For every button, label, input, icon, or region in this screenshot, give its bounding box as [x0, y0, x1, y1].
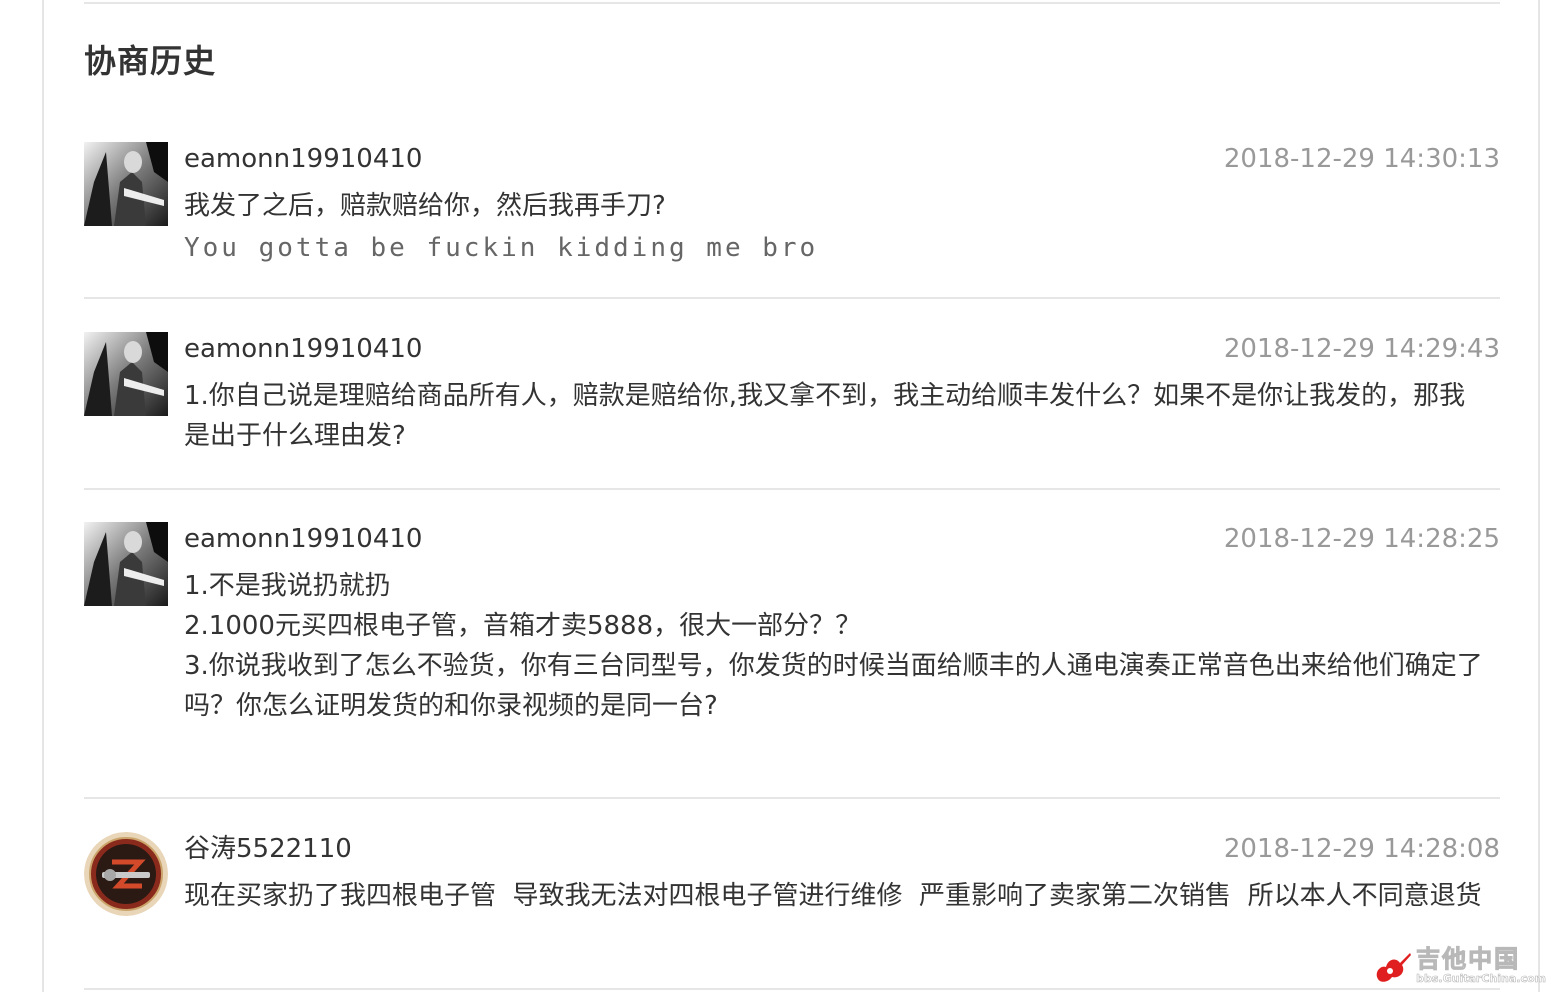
username[interactable]: eamonn19910410 [184, 522, 422, 556]
entry-divider [84, 797, 1500, 799]
user-photo-icon [84, 332, 168, 416]
timestamp: 2018-12-29 14:28:25 [1223, 524, 1500, 554]
username[interactable]: eamonn19910410 [184, 142, 422, 176]
message-body: 我发了之后，赔款赔给你，然后我再手刀? You gotta be fuckin … [184, 186, 1484, 268]
username[interactable]: 谷涛5522110 [184, 832, 352, 866]
entry-divider [84, 488, 1500, 490]
top-divider [84, 2, 1500, 4]
user-avatar[interactable] [84, 522, 168, 606]
page-title: 协商历史 [84, 42, 217, 80]
history-entry: 谷涛5522110 2018-12-29 14:28:08 现在买家扔了我四根电… [84, 832, 1500, 962]
history-entry: eamonn19910410 2018-12-29 14:29:43 1.你自己… [84, 332, 1500, 462]
history-entry: eamonn19910410 2018-12-29 14:30:13 我发了之后… [84, 142, 1500, 272]
message-line: 3.你说我收到了怎么不验货，你有三台同型号，你发货的时候当面给顺丰的人通电演奏正… [184, 651, 1483, 721]
shop-badge-icon [84, 832, 168, 916]
message-body: 1.你自己说是理赔给商品所有人，赔款是赔给你,我又拿不到，我主动给顺丰发什么？如… [184, 376, 1484, 456]
user-avatar[interactable] [84, 142, 168, 226]
history-entry: eamonn19910410 2018-12-29 14:28:25 1.不是我… [84, 522, 1500, 762]
user-avatar[interactable] [84, 332, 168, 416]
entry-divider [84, 297, 1500, 299]
guitar-logo-icon [1376, 952, 1412, 982]
message-line: You gotta be fuckin kidding me bro [184, 233, 819, 263]
timestamp: 2018-12-29 14:30:13 [1223, 144, 1500, 174]
user-photo-icon [84, 522, 168, 606]
watermark: 吉他中国 bbs.GuitarChina.com [1374, 947, 1546, 984]
message-body: 现在买家扔了我四根电子管 导致我无法对四根电子管进行维修 严重影响了卖家第二次销… [184, 876, 1484, 916]
message-line: 2.1000元买四根电子管，音箱才卖5888，很大一部分？？ [184, 611, 862, 641]
message-body: 1.不是我说扔就扔 2.1000元买四根电子管，音箱才卖5888，很大一部分？？… [184, 566, 1484, 726]
timestamp: 2018-12-29 14:29:43 [1223, 334, 1500, 364]
username[interactable]: eamonn19910410 [184, 332, 422, 366]
watermark-cn: 吉他中国 [1416, 945, 1521, 973]
watermark-en: bbs.GuitarChina.com [1416, 972, 1546, 985]
entry-divider [84, 988, 1500, 990]
message-line: 1.你自己说是理赔给商品所有人，赔款是赔给你,我又拿不到，我主动给顺丰发什么？如… [184, 381, 1466, 451]
timestamp: 2018-12-29 14:28:08 [1223, 834, 1500, 864]
message-line: 现在买家扔了我四根电子管 导致我无法对四根电子管进行维修 严重影响了卖家第二次销… [184, 881, 1482, 911]
seller-avatar[interactable] [84, 832, 168, 916]
message-line: 1.不是我说扔就扔 [184, 571, 391, 601]
message-line: 我发了之后，赔款赔给你，然后我再手刀? [184, 191, 666, 221]
user-photo-icon [84, 142, 168, 226]
